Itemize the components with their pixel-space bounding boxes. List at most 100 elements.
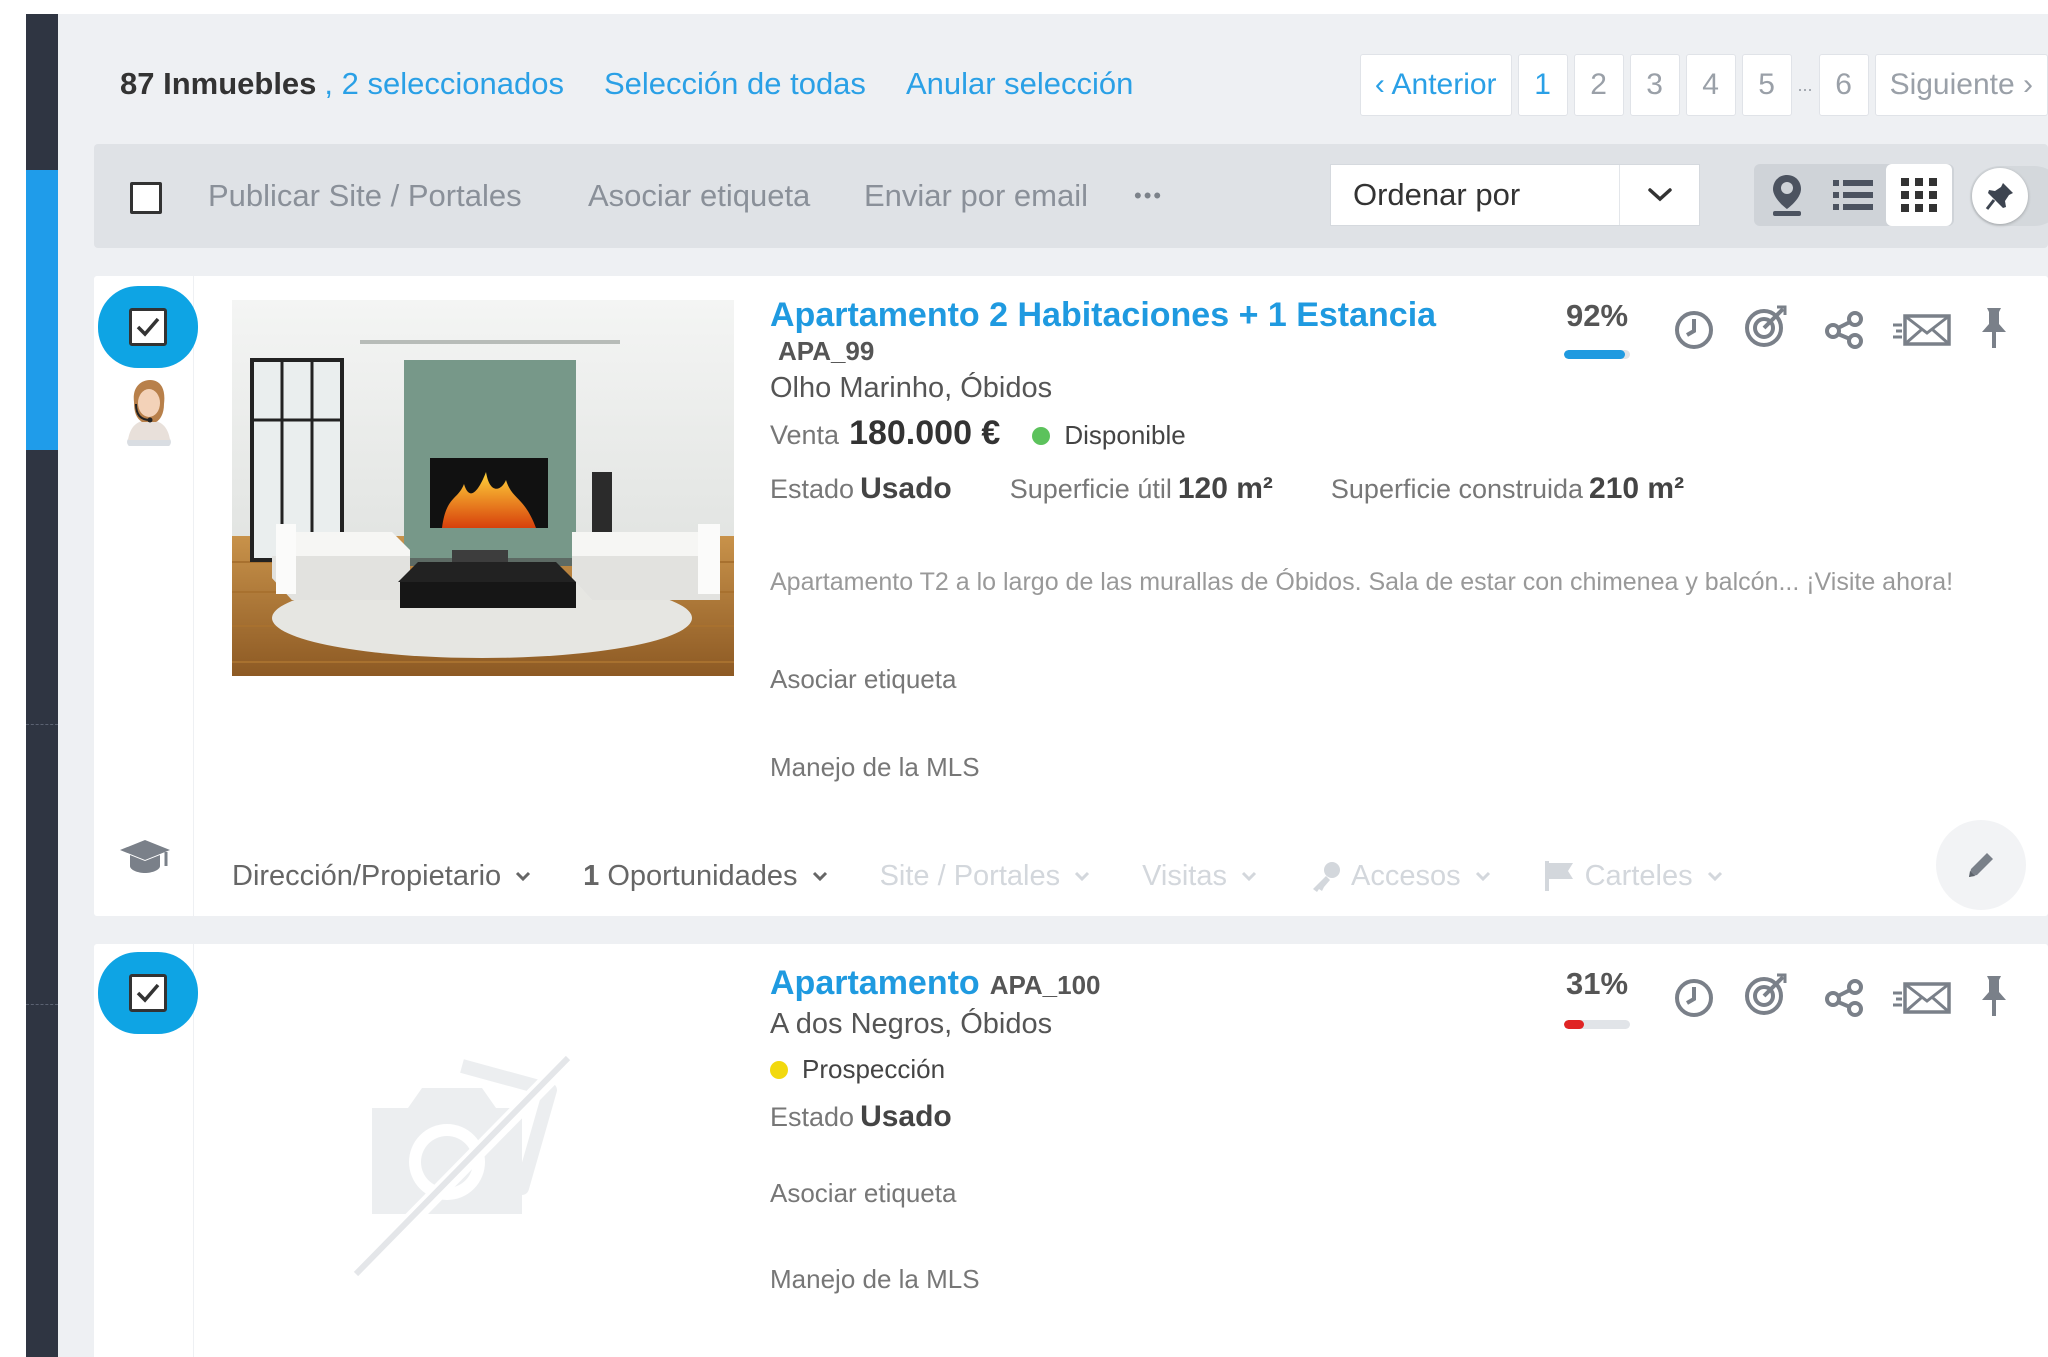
results-header: 87 Inmuebles , 2 seleccionados Selección… (120, 54, 1133, 114)
listing-title[interactable]: Apartamento (770, 964, 980, 1003)
status-badge: Disponible (1064, 420, 1186, 450)
estado-value: Usado (860, 472, 952, 505)
estado-value: Usado (860, 1100, 952, 1133)
share-icon[interactable] (1820, 306, 1868, 354)
prev-page-button[interactable]: ‹ Anterior (1359, 54, 1512, 116)
left-rail-active-indicator (26, 170, 58, 450)
portals-label: Site / Portales (879, 859, 1061, 892)
grid-icon (1901, 178, 1937, 212)
associate-tag-link[interactable]: Asociar etiqueta (770, 664, 956, 695)
send-email-icon[interactable] (1892, 306, 1952, 354)
history-clock-icon[interactable] (1670, 974, 1718, 1022)
more-actions-button[interactable]: ••• (1134, 144, 1163, 248)
estado-label: Estado (770, 474, 855, 504)
sort-select[interactable]: Ordenar por (1330, 164, 1700, 226)
send-email-button[interactable]: Enviar por email (864, 144, 1088, 248)
attributes-line: Estado Usado Superficie útil 120 m² Supe… (770, 472, 1684, 506)
target-icon[interactable] (1742, 302, 1790, 350)
listing-footer: Dirección/Propietario 1 Oportunidades Si… (232, 846, 1775, 906)
select-all-link[interactable]: Selección de todas (604, 66, 866, 102)
bulk-actions-toolbar: Publicar Site / Portales Asociar etiquet… (94, 144, 2048, 248)
chevron-down-icon (1075, 871, 1090, 882)
associate-tag-link[interactable]: Asociar etiqueta (770, 1178, 956, 1209)
chevron-down-icon (1241, 871, 1257, 882)
access-dropdown[interactable]: Accesos (1309, 859, 1491, 893)
page-button[interactable]: 1 (1517, 54, 1568, 116)
mls-link[interactable]: Manejo de la MLS (770, 752, 980, 783)
chevron-down-icon (1619, 165, 1699, 225)
listing-description: Apartamento T2 a lo largo de las muralla… (770, 568, 1954, 596)
next-page-button[interactable]: Siguiente › (1874, 54, 2048, 116)
agent-avatar[interactable] (120, 376, 178, 452)
pagination-ellipsis: ... (1797, 74, 1813, 95)
listing-title[interactable]: Apartamento 2 Habitaciones + 1 Estancia (770, 296, 1436, 335)
listing-checkbox[interactable] (98, 952, 198, 1034)
status-line: Prospección (770, 1054, 945, 1085)
pin-icon[interactable] (1970, 304, 2018, 352)
owner-dropdown[interactable]: Dirección/Propietario (232, 860, 531, 893)
page-button[interactable]: 4 (1685, 54, 1736, 116)
grid-view-button[interactable] (1886, 164, 1952, 226)
listing-checkbox[interactable] (98, 286, 198, 368)
mls-link[interactable]: Manejo de la MLS (770, 1264, 980, 1295)
owner-dropdown-label: Dirección/Propietario (232, 859, 502, 892)
select-all-checkbox[interactable] (130, 182, 162, 214)
pencil-icon (1969, 853, 1993, 877)
completeness-bar-fill (1564, 350, 1625, 359)
no-photo-icon (232, 974, 734, 1350)
target-icon[interactable] (1742, 970, 1790, 1018)
attributes-line: Estado Usado (770, 1100, 952, 1134)
listing-card: Apartamento 2 Habitaciones + 1 Estancia … (94, 276, 2048, 916)
price-line: Venta 180.000 € Disponible (770, 414, 1186, 453)
util-area-value: 120 m² (1177, 472, 1273, 505)
listing-title-row: Apartamento APA_100 (770, 964, 1101, 1003)
graduation-cap-icon[interactable] (118, 836, 172, 876)
chevron-down-icon (812, 871, 827, 882)
map-view-button[interactable] (1754, 164, 1820, 226)
page-button[interactable]: 2 (1573, 54, 1624, 116)
list-view-button[interactable] (1820, 164, 1886, 226)
send-email-icon[interactable] (1892, 974, 1952, 1022)
signs-label: Carteles (1584, 859, 1693, 892)
history-clock-icon[interactable] (1670, 306, 1718, 354)
opportunities-label: Oportunidades (607, 859, 798, 892)
listing-location: A dos Negros, Óbidos (770, 1008, 1053, 1040)
completeness-percent: 31% (1565, 966, 1629, 1001)
chevron-down-icon (1475, 871, 1490, 882)
visits-dropdown[interactable]: Visitas (1142, 860, 1257, 893)
associate-tag-button[interactable]: Asociar etiqueta (588, 144, 810, 248)
visits-label: Visitas (1142, 859, 1227, 892)
chevron-down-icon (1707, 871, 1722, 882)
left-rail-divider (26, 1004, 58, 1005)
built-area-label: Superficie construida (1330, 474, 1584, 504)
page-button[interactable]: 3 (1629, 54, 1680, 116)
operation-type: Venta (770, 420, 840, 450)
selected-count-link[interactable]: , 2 seleccionados (324, 66, 564, 102)
listing-location: Olho Marinho, Óbidos (770, 372, 1053, 404)
share-icon[interactable] (1820, 974, 1868, 1022)
view-mode-group (1754, 164, 1954, 226)
edit-listing-button[interactable] (1936, 820, 2026, 910)
results-count: 87 Inmuebles (120, 66, 317, 101)
opportunities-dropdown[interactable]: 1 Oportunidades (583, 860, 827, 893)
pin-icon[interactable] (1970, 972, 2018, 1020)
completeness-bar (1564, 350, 1630, 359)
flag-icon (1544, 861, 1573, 891)
publish-portals-button[interactable]: Publicar Site / Portales (208, 144, 522, 248)
clear-selection-link[interactable]: Anular selección (906, 66, 1133, 102)
sort-select-label: Ordenar por (1353, 177, 1521, 212)
checkbox-checked-icon (129, 308, 167, 346)
left-rail (26, 14, 58, 1357)
page-button[interactable]: 5 (1741, 54, 1792, 116)
page-button[interactable]: 6 (1818, 54, 1869, 116)
listing-photo[interactable] (232, 300, 734, 676)
built-area-value: 210 m² (1589, 472, 1685, 505)
portals-dropdown[interactable]: Site / Portales (880, 860, 1091, 893)
chevron-down-icon (516, 871, 531, 882)
estado-label: Estado (770, 1102, 855, 1132)
pinned-filter-toggle[interactable] (1970, 166, 2048, 226)
left-rail-divider (26, 724, 58, 725)
util-area-label: Superficie útil (1009, 474, 1172, 504)
signs-dropdown[interactable]: Carteles (1543, 859, 1723, 893)
completeness-percent: 92% (1565, 298, 1629, 333)
